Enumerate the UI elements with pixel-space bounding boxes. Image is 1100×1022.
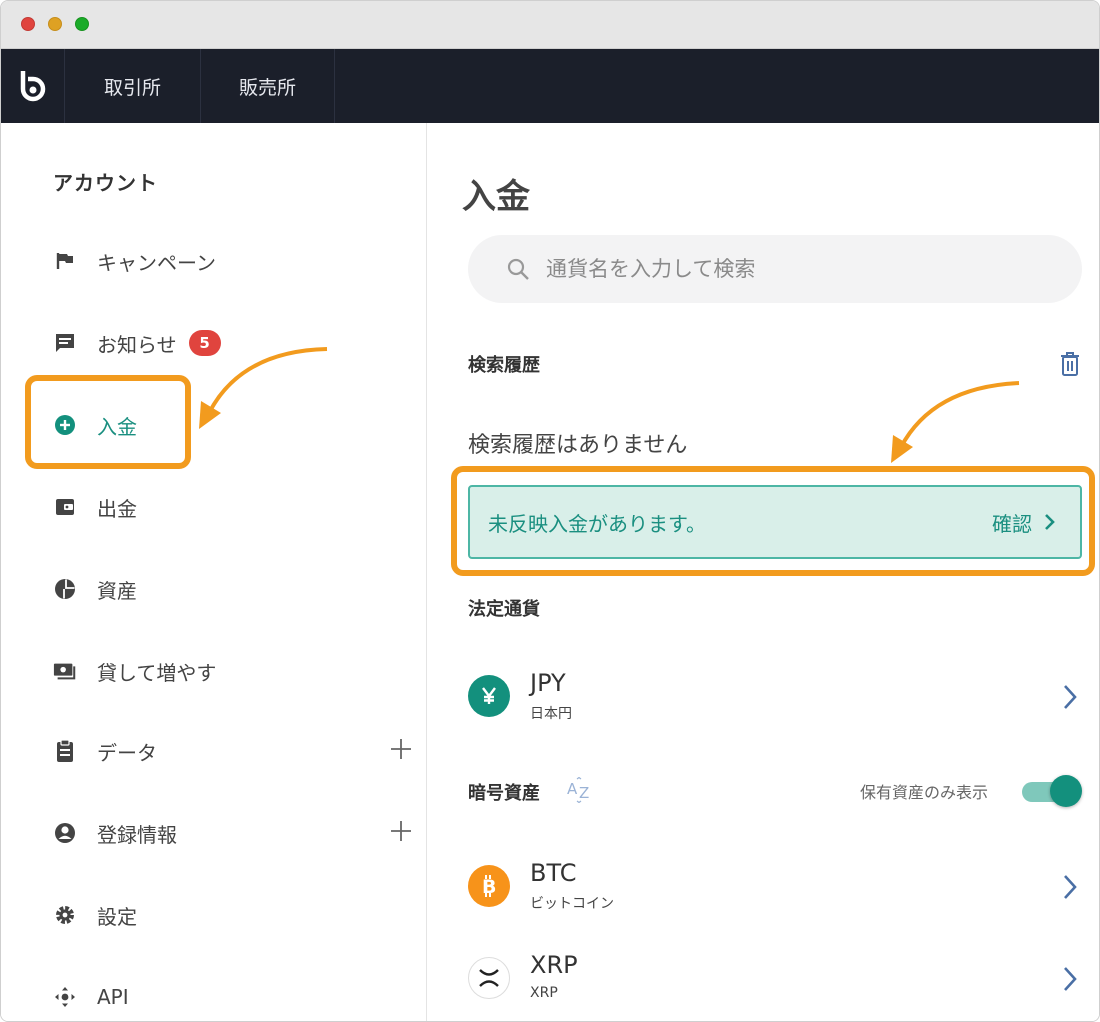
maximize-window-button[interactable] [75,17,89,31]
svg-text:A: A [567,780,578,798]
pie-chart-icon [53,577,77,601]
yen-icon [468,675,510,717]
trash-icon[interactable] [1058,351,1082,377]
currency-code: JPY [530,669,566,697]
currency-name: ビットコイン [530,896,614,912]
chevron-right-icon [1064,685,1077,709]
sidebar-title: アカウント [53,171,158,195]
sidebar-item-label: データ [97,740,157,765]
minimize-window-button[interactable] [48,17,62,31]
currency-row-btc[interactable]: B BTC ビットコイン [468,855,1082,919]
nav-tab-brokerage[interactable]: 販売所 [201,49,335,123]
api-icon [53,985,77,1009]
xrp-icon [468,957,510,999]
expand-plus-icon[interactable] [389,819,413,843]
fiat-section-title: 法定通貨 [468,599,540,620]
gear-icon [53,903,77,927]
message-icon [53,331,77,355]
app-window: 取引所 販売所 アカウント キャンペーン お知らせ 5 入金 出金 資産 貸して… [0,0,1100,1022]
bitbank-logo-icon[interactable] [1,49,65,123]
sidebar-item-label: お知らせ [97,332,177,357]
currency-code: XRP [530,951,578,979]
window-titlebar [1,1,1099,49]
sort-az-icon[interactable]: A Z [566,777,596,803]
search-bar[interactable] [468,235,1082,303]
sidebar-item-assets[interactable]: 資産 [53,569,413,609]
sidebar-item-settings[interactable]: 設定 [53,895,413,935]
notice-highlight-box [451,466,1095,576]
chevron-right-icon [1064,875,1077,899]
sidebar-item-label: API [97,985,129,1009]
search-history-title: 検索履歴 [468,355,540,376]
top-nav: 取引所 販売所 [1,49,1099,123]
sidebar-item-label: 出金 [97,496,137,521]
search-history-empty-text: 検索履歴はありません [468,433,688,458]
account-icon [53,821,77,845]
svg-text:Z: Z [579,784,589,802]
sidebar-item-profile[interactable]: 登録情報 [53,813,413,853]
sidebar-item-label: 登録情報 [97,822,177,847]
search-input[interactable] [546,257,1026,281]
sidebar-item-withdrawal[interactable]: 出金 [53,487,413,527]
sidebar-item-label: キャンペーン [97,250,216,275]
close-window-button[interactable] [21,17,35,31]
sidebar-item-campaign[interactable]: キャンペーン [53,241,413,281]
search-icon [507,258,529,280]
currency-name: 日本円 [530,706,572,722]
bitcoin-icon: B [468,865,510,907]
sidebar-item-api[interactable]: API [53,977,413,1017]
sidebar: アカウント キャンペーン お知らせ 5 入金 出金 資産 貸して増やす データ … [1,123,427,1021]
lending-icon [53,659,77,683]
currency-row-jpy[interactable]: JPY 日本円 [468,665,1082,729]
currency-code: BTC [530,859,577,887]
holdings-only-toggle[interactable] [1020,775,1082,807]
nav-tab-exchange[interactable]: 取引所 [65,49,201,123]
chevron-right-icon [1064,967,1077,991]
clipboard-icon [53,739,77,763]
toggle-knob [1050,775,1082,807]
pointer-arrow-icon [199,347,328,429]
page-title: 入金 [462,177,530,217]
flag-icon [53,249,77,273]
sidebar-item-label: 資産 [97,578,137,603]
wallet-icon [53,495,77,519]
sidebar-item-label: 貸して増やす [97,660,217,685]
currency-name: XRP [530,985,558,1001]
pointer-arrow-icon [891,381,1020,463]
sidebar-item-lending[interactable]: 貸して増やす [53,651,413,691]
deposit-highlight-box [25,375,191,469]
sidebar-item-data[interactable]: データ [53,731,413,771]
holdings-only-label: 保有資産のみ表示 [860,783,989,802]
crypto-section-title: 暗号資産 [468,783,540,804]
sidebar-item-label: 設定 [97,904,137,929]
currency-row-xrp[interactable]: XRP XRP [468,947,1082,1011]
expand-plus-icon[interactable] [389,737,413,761]
